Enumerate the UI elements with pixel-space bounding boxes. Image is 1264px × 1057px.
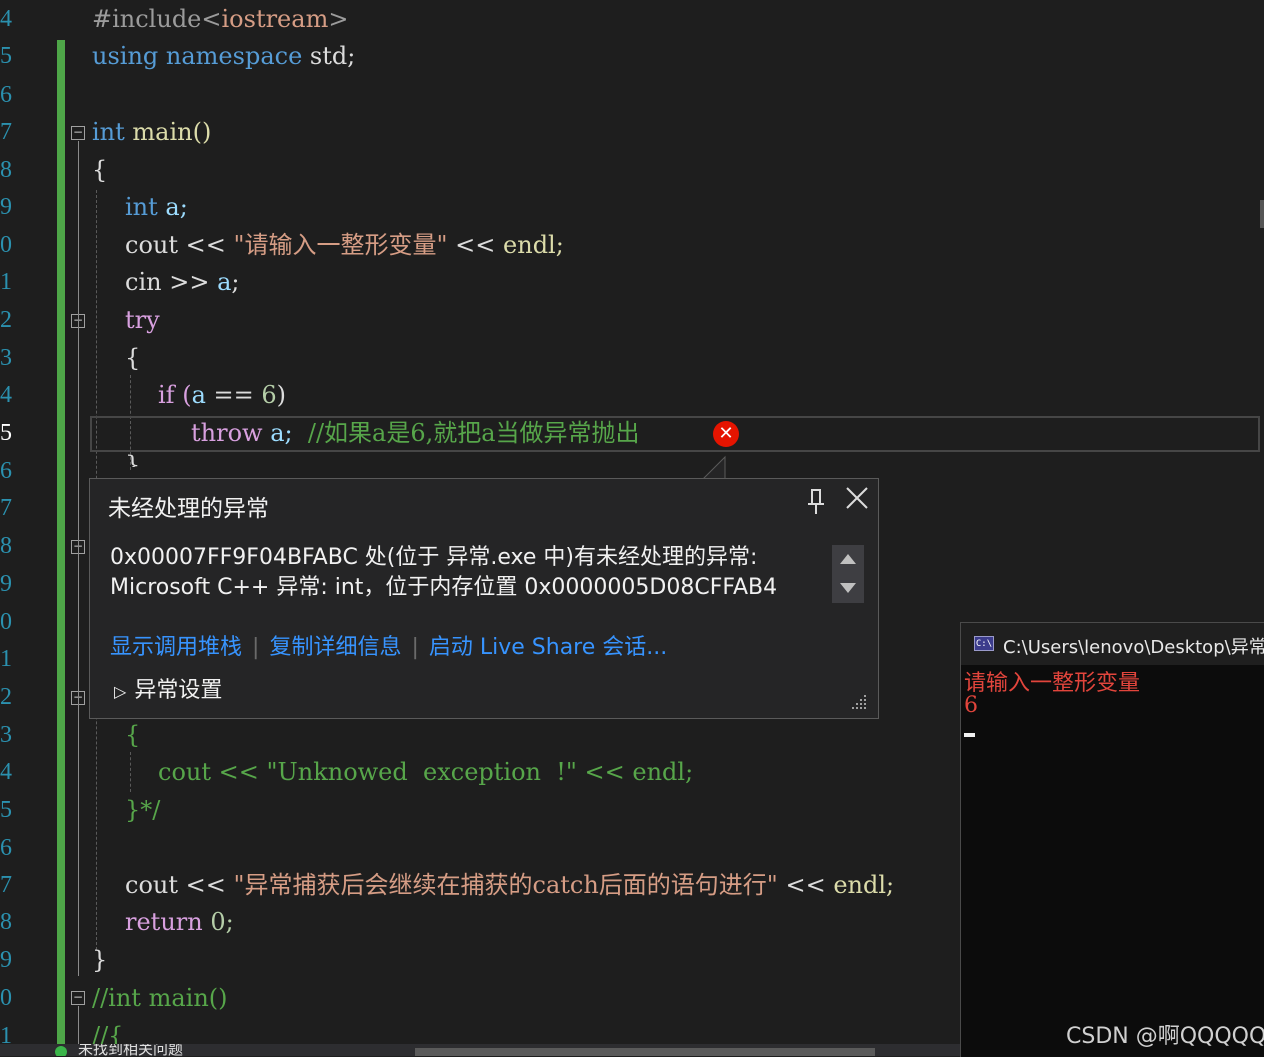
- exception-message-line2: Microsoft C++ 异常: int，位于内存位置 0x0000005D0…: [110, 575, 778, 600]
- exception-popup: 未经处理的异常 0x00007FF9F04BFABC 处(位于 异常.exe 中…: [89, 478, 879, 719]
- line-number: 3: [0, 345, 12, 371]
- outline-guide: [78, 1006, 79, 1044]
- console-window[interactable]: C:\ C:\Users\lenovo\Desktop\异常\x6 请输入一整形…: [960, 622, 1264, 1057]
- code-line-comment-main[interactable]: //int main(): [92, 980, 228, 1017]
- status-text[interactable]: 未找到相关问题: [78, 1044, 183, 1056]
- line-number: 6: [0, 82, 12, 108]
- line-number: 5: [0, 43, 12, 69]
- line-number: 0: [0, 232, 12, 258]
- line-number: 3: [0, 722, 12, 748]
- code-line-main[interactable]: int main(): [92, 114, 211, 151]
- code-line-using[interactable]: using namespace std;: [92, 38, 355, 75]
- line-number: 2: [0, 684, 12, 710]
- collapse-comment-main-icon[interactable]: −: [71, 991, 85, 1005]
- pin-icon[interactable]: [806, 488, 826, 516]
- scroll-up-icon[interactable]: [840, 554, 856, 564]
- scroll-down-icon[interactable]: [840, 583, 856, 593]
- line-number: 0: [0, 609, 12, 635]
- code-line-include[interactable]: #include<iostream>: [92, 1, 348, 38]
- line-number: 8: [0, 157, 12, 183]
- code-line-brace[interactable]: }: [92, 942, 107, 979]
- close-icon[interactable]: [842, 485, 872, 515]
- watermark: CSDN @啊QQQQQ: [1066, 1024, 1264, 1049]
- code-line-if[interactable]: if (a == 6): [158, 377, 286, 414]
- line-number: 4: [0, 759, 12, 785]
- line-number: 1: [0, 646, 12, 672]
- popup-links: 显示调用堆栈 | 复制详细信息 | 启动 Live Share 会话...: [110, 629, 667, 661]
- copy-details-link[interactable]: 复制详细信息: [269, 635, 401, 660]
- status-bar: 未找到相关问题: [0, 1044, 960, 1056]
- line-number: 6: [0, 458, 12, 484]
- code-line-comment-brace[interactable]: //{: [92, 1018, 123, 1044]
- exception-message-line1: 0x00007FF9F04BFABC 处(位于 异常.exe 中)有未经处理的异…: [110, 545, 758, 570]
- scrollbar-marker: [1260, 200, 1264, 228]
- line-number: 8: [0, 909, 12, 935]
- console-output-line: 请输入一整形变量: [964, 671, 1141, 696]
- line-number-current: 5: [0, 420, 12, 446]
- line-number: 9: [0, 194, 12, 220]
- line-number: 7: [0, 872, 12, 898]
- console-app-icon: C:\: [974, 636, 994, 651]
- popup-title: 未经处理的异常: [108, 496, 269, 522]
- code-line-cout[interactable]: cout << "请输入一整形变量" << endl;: [125, 227, 564, 264]
- line-number: 7: [0, 495, 12, 521]
- show-call-stack-link[interactable]: 显示调用堆栈: [110, 635, 242, 660]
- line-number: 4: [0, 382, 12, 408]
- code-line-cin[interactable]: cin >> a;: [125, 264, 239, 301]
- code-line-cout-comment[interactable]: cout << "Unknowed exception !" << endl;: [158, 754, 693, 791]
- line-number: 2: [0, 307, 12, 333]
- line-number: 8: [0, 533, 12, 559]
- console-output-line: 6: [964, 693, 978, 718]
- message-scrollbar[interactable]: [832, 545, 864, 603]
- line-number: 1: [0, 1023, 12, 1044]
- line-number: 7: [0, 119, 12, 145]
- line-number: 0: [0, 985, 12, 1011]
- expand-arrow-icon: ▷: [114, 682, 127, 701]
- link-separator: |: [252, 635, 260, 660]
- line-number: 5: [0, 797, 12, 823]
- code-line-brace-comment[interactable]: {: [125, 717, 140, 754]
- link-separator: |: [411, 635, 419, 660]
- console-title: C:\Users\lenovo\Desktop\异常\x6: [1003, 637, 1264, 658]
- code-line-cout-after[interactable]: cout << "异常捕获后会继续在捕获的catch后面的语句进行" << en…: [125, 867, 894, 904]
- exception-message: 0x00007FF9F04BFABC 处(位于 异常.exe 中)有未经处理的异…: [110, 543, 820, 603]
- exception-settings-expander[interactable]: ▷ 异常设置: [114, 672, 222, 704]
- horizontal-scrollbar[interactable]: [415, 1048, 875, 1056]
- start-live-share-link[interactable]: 启动 Live Share 会话...: [429, 635, 667, 660]
- code-line-return[interactable]: return 0;: [125, 904, 234, 941]
- line-number: 9: [0, 571, 12, 597]
- error-icon[interactable]: ✕: [713, 421, 739, 447]
- console-titlebar[interactable]: C:\ C:\Users\lenovo\Desktop\异常\x6: [961, 623, 1264, 665]
- code-line-comment-end[interactable]: }*/: [125, 792, 160, 829]
- code-line-try[interactable]: try: [125, 302, 160, 339]
- code-line-brace[interactable]: }: [125, 447, 140, 467]
- code-line-brace[interactable]: {: [92, 152, 107, 189]
- collapse-main-icon[interactable]: −: [71, 126, 85, 140]
- resize-grip-icon[interactable]: [850, 693, 868, 711]
- code-line-throw[interactable]: throw a; //如果a是6,就把a当做异常抛出: [191, 415, 640, 452]
- exception-settings-label: 异常设置: [134, 678, 223, 703]
- code-line-brace[interactable]: {: [125, 340, 140, 377]
- change-tracking-bar: [57, 40, 65, 1044]
- line-number: 1: [0, 269, 12, 295]
- indent-guide: [130, 752, 131, 792]
- line-number: 4: [0, 6, 12, 32]
- code-line-decl[interactable]: int a;: [125, 189, 188, 226]
- line-number: 9: [0, 947, 12, 973]
- outline-guide: [78, 141, 79, 976]
- check-icon: [55, 1046, 67, 1056]
- console-cursor: [964, 733, 975, 737]
- line-number: 6: [0, 835, 12, 861]
